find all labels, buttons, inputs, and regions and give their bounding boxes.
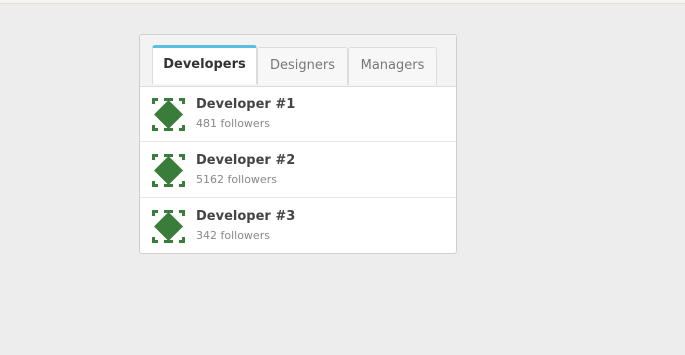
item-name: Developer #1 (196, 97, 296, 112)
list-item[interactable]: Developer #2 5162 followers (140, 142, 456, 198)
tab-designers[interactable]: Designers (257, 47, 348, 85)
list-item[interactable]: Developer #1 481 followers (140, 86, 456, 142)
tab-developers[interactable]: Developers (152, 45, 257, 84)
avatar-icon (152, 154, 185, 187)
item-name: Developer #3 (196, 209, 296, 224)
item-followers: 342 followers (196, 229, 270, 242)
tab-bar: Developers Designers Managers (140, 35, 456, 87)
list-item[interactable]: Developer #3 342 followers (140, 198, 456, 254)
developer-list: Developer #1 481 followers Developer #2 … (140, 86, 456, 254)
top-border-strip (0, 0, 685, 4)
avatar-icon (152, 210, 185, 243)
avatar-icon (152, 98, 185, 131)
item-followers: 5162 followers (196, 173, 277, 186)
item-followers: 481 followers (196, 117, 270, 130)
tabbed-panel: Developers Designers Managers Developer … (139, 34, 457, 254)
item-name: Developer #2 (196, 153, 296, 168)
tab-managers[interactable]: Managers (348, 47, 437, 85)
